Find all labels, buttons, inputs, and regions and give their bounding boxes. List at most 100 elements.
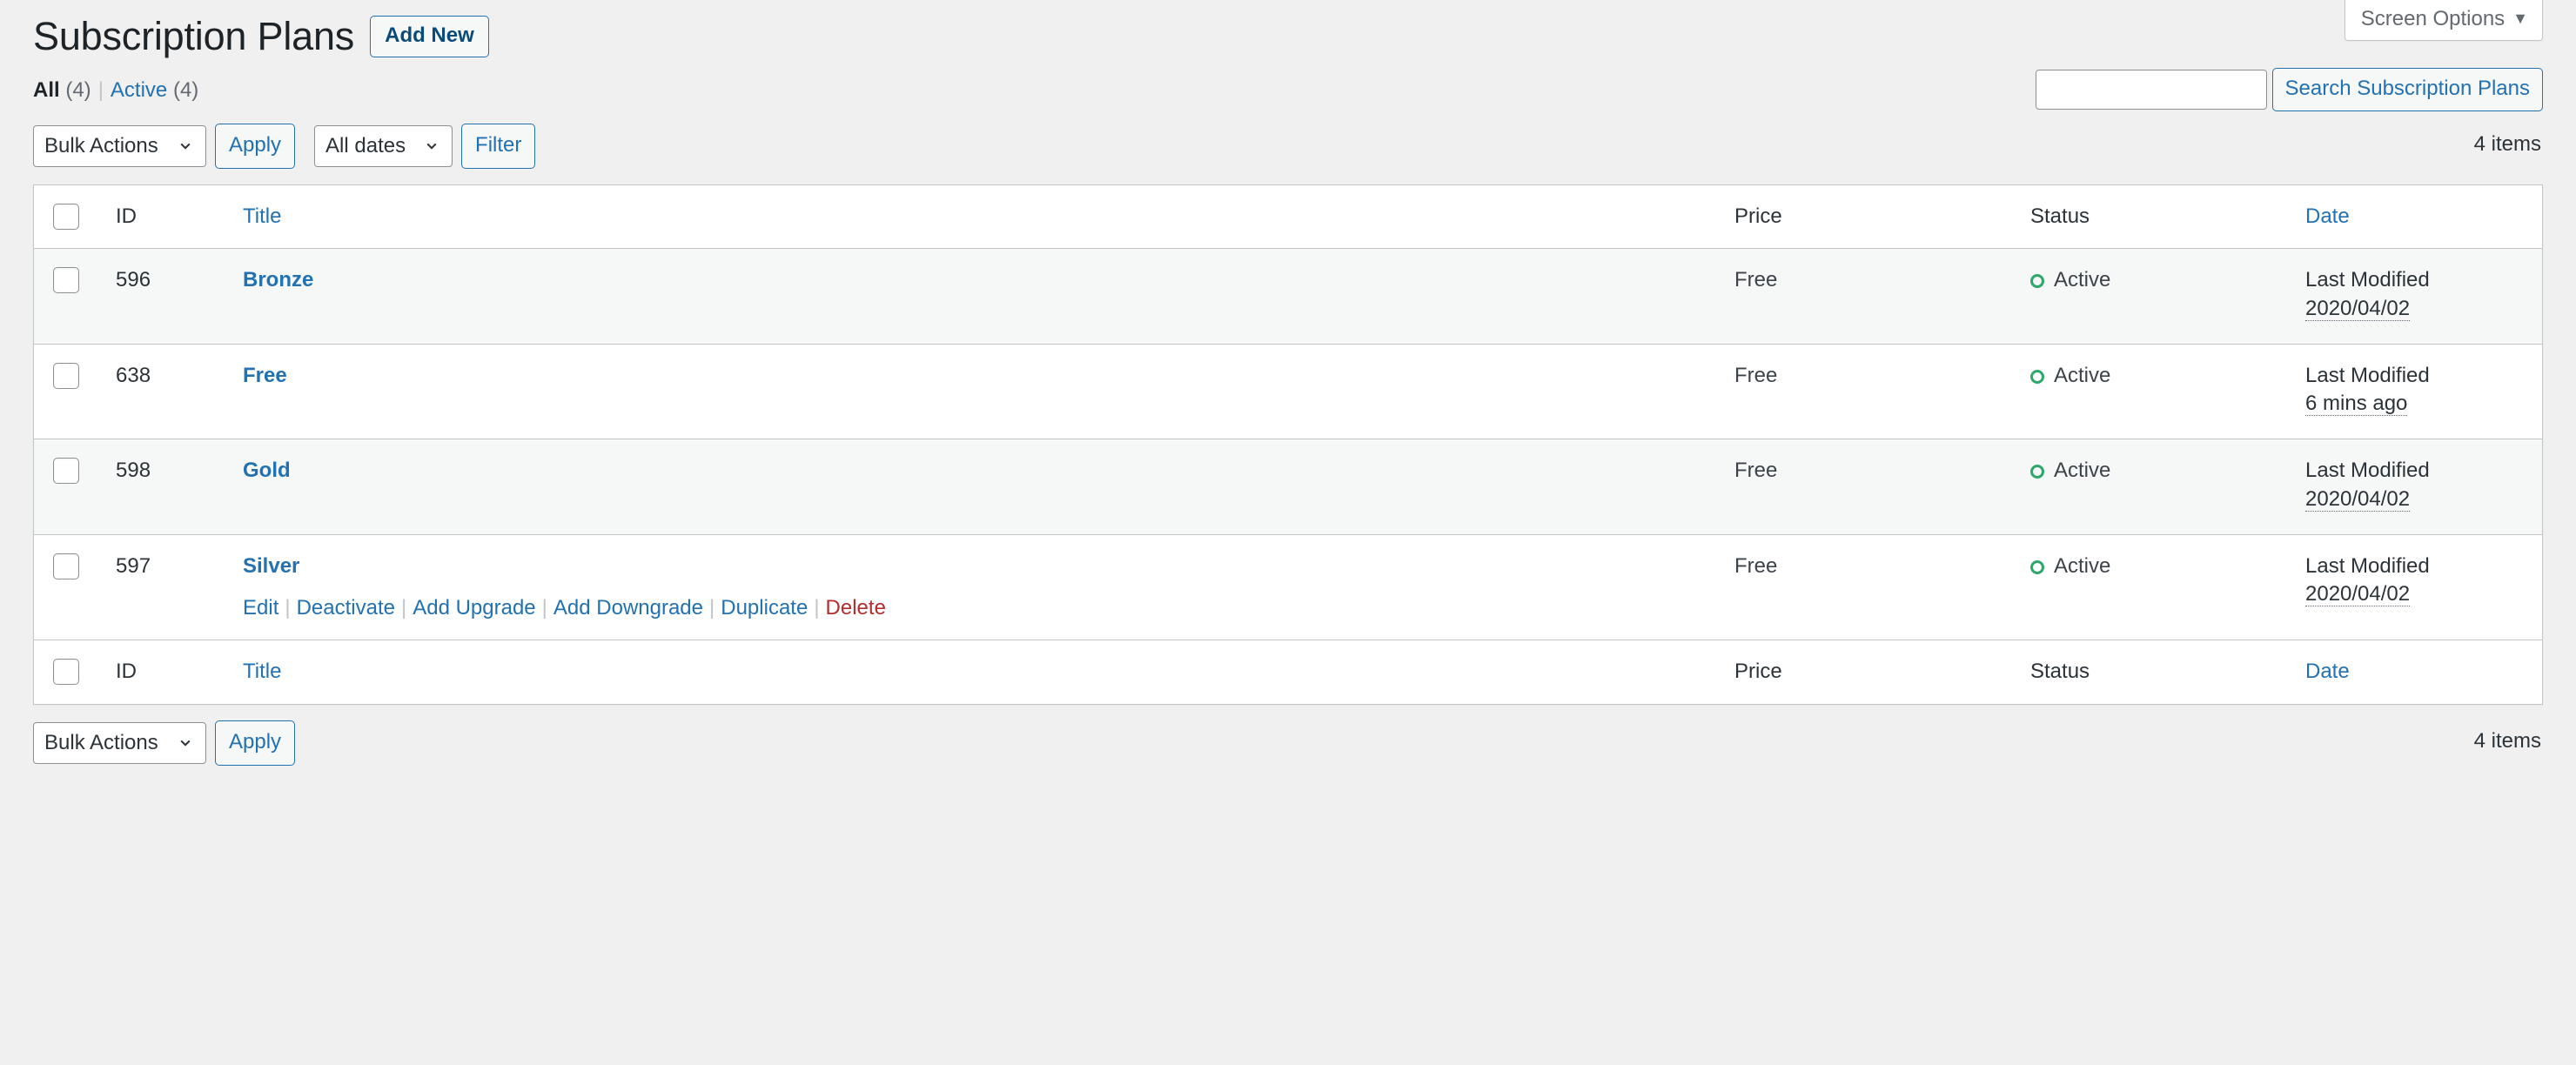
- row-action-deactivate-wrap: Deactivate: [297, 596, 395, 620]
- sort-link-title-top[interactable]: Title: [243, 204, 281, 228]
- date-filter-select[interactable]: All dates: [314, 125, 453, 167]
- sort-link-date-top[interactable]: Date: [2305, 204, 2350, 228]
- row-action-duplicate-wrap: Duplicate: [721, 596, 808, 620]
- cell-title: Silver Edit | Deactivate | Add Upgrade | Add D…: [234, 534, 1726, 640]
- row-actions-placeholder: [243, 486, 1717, 517]
- row-action-deactivate[interactable]: Deactivate: [297, 596, 395, 620]
- row-checkbox[interactable]: [53, 458, 79, 485]
- table-row: 598 Gold Free Active Last Modified 2020/…: [34, 439, 2542, 535]
- row-action-add-upgrade[interactable]: Add Upgrade: [413, 596, 535, 620]
- cell-date: Last Modified 2020/04/02: [2297, 439, 2542, 535]
- row-title-link[interactable]: Gold: [243, 459, 291, 482]
- table-body: 596 Bronze Free Active Last Modified 202…: [34, 249, 2542, 640]
- row-action-add-downgrade-wrap: Add Downgrade: [553, 596, 703, 620]
- row-title-link[interactable]: Free: [243, 364, 287, 387]
- row-action-separator: |: [709, 595, 715, 620]
- cell-date: Last Modified 2020/04/02: [2297, 534, 2542, 640]
- row-checkbox[interactable]: [53, 553, 79, 579]
- view-count-active: (4): [172, 78, 199, 102]
- row-title-link[interactable]: Bronze: [243, 268, 313, 291]
- views-and-search-row: All (4) | Active (4) Search Subscription P…: [33, 54, 2543, 122]
- cell-title: Gold: [234, 439, 1726, 535]
- cell-id: 596: [107, 249, 234, 345]
- cell-price: Free: [1726, 344, 2022, 440]
- bulk-actions-select-bottom[interactable]: Bulk Actions: [33, 721, 206, 764]
- apply-button-bottom[interactable]: Apply: [215, 720, 296, 766]
- date-label: Last Modified: [2305, 363, 2430, 387]
- sort-link-date-bottom[interactable]: Date: [2305, 660, 2350, 683]
- view-link-all[interactable]: All: [33, 78, 60, 102]
- displaying-num-bottom: 4 items: [2473, 728, 2541, 753]
- row-action-separator: |: [285, 595, 291, 620]
- add-new-button[interactable]: Add New: [370, 16, 489, 57]
- date-label: Last Modified: [2305, 268, 2430, 292]
- select-all-checkbox-bottom[interactable]: [53, 659, 79, 686]
- row-action-separator: |: [541, 595, 547, 620]
- cell-date: Last Modified 2020/04/02: [2297, 249, 2542, 345]
- view-link-active[interactable]: Active: [111, 78, 167, 102]
- date-value: 2020/04/02: [2305, 581, 2411, 606]
- date-label: Last Modified: [2305, 459, 2430, 483]
- tablenav-top-actions: Bulk Actions Apply All dates Filter: [33, 124, 554, 169]
- row-action-delete-wrap: Delete: [826, 596, 886, 620]
- screen-options-button[interactable]: Screen Options ▼: [2344, 0, 2543, 42]
- row-action-add-downgrade[interactable]: Add Downgrade: [553, 596, 703, 620]
- row-action-separator: |: [400, 595, 407, 620]
- table-head: ID Title Price Status Date: [34, 185, 2542, 250]
- row-select-cell: [34, 344, 107, 440]
- cell-status: Active: [2022, 534, 2297, 640]
- table-row: 596 Bronze Free Active Last Modified 202…: [34, 249, 2542, 345]
- row-actions-placeholder: [243, 390, 1717, 421]
- tablenav-bottom-actions: Bulk Actions Apply: [33, 720, 314, 766]
- row-title-link[interactable]: Silver: [243, 554, 299, 578]
- column-header-title: Title: [234, 185, 1726, 250]
- row-actions-placeholder: [243, 295, 1717, 326]
- row-actions: Edit | Deactivate | Add Upgrade | Add Downgrad…: [243, 594, 1717, 622]
- sort-link-title-bottom[interactable]: Title: [243, 660, 281, 683]
- column-header-price: Price: [1726, 185, 2022, 250]
- status-badge: Active: [2054, 459, 2111, 483]
- filter-button[interactable]: Filter: [461, 124, 536, 169]
- page-title: Subscription Plans: [33, 14, 355, 59]
- row-checkbox[interactable]: [53, 267, 79, 294]
- status-badge: Active: [2054, 363, 2111, 387]
- select-all-header: [34, 185, 107, 250]
- column-footer-date: Date: [2297, 640, 2542, 704]
- date-filter-select-wrap: All dates: [314, 125, 453, 167]
- date-label: Last Modified: [2305, 553, 2430, 578]
- row-checkbox[interactable]: [53, 362, 79, 389]
- select-all-checkbox-top[interactable]: [53, 204, 79, 230]
- row-action-separator: |: [814, 595, 820, 620]
- row-action-duplicate[interactable]: Duplicate: [721, 596, 808, 620]
- tablenav-bottom: Bulk Actions Apply 4 items: [33, 720, 2543, 781]
- bulk-actions-select-top[interactable]: Bulk Actions: [33, 125, 206, 167]
- status-badge: Active: [2054, 553, 2111, 578]
- cell-id: 598: [107, 439, 234, 535]
- status-active-icon: [2030, 274, 2044, 289]
- row-action-delete[interactable]: Delete: [826, 596, 886, 620]
- cell-id: 597: [107, 534, 234, 640]
- table-header-row: ID Title Price Status Date: [34, 185, 2542, 250]
- title-row: Subscription Plans Add New: [33, 0, 2543, 57]
- apply-button-top[interactable]: Apply: [215, 124, 296, 169]
- date-value: 2020/04/02: [2305, 486, 2411, 512]
- row-action-edit[interactable]: Edit: [243, 596, 278, 620]
- search-submit-button[interactable]: Search Subscription Plans: [2271, 68, 2543, 111]
- search-input[interactable]: [2035, 70, 2267, 110]
- cell-status: Active: [2022, 439, 2297, 535]
- cell-date: Last Modified 6 mins ago: [2297, 344, 2542, 440]
- row-action-edit-wrap: Edit: [243, 596, 278, 620]
- table-row: 597 Silver Edit | Deactivate | Add Upgrade | A…: [34, 534, 2542, 640]
- row-action-add-upgrade-wrap: Add Upgrade: [413, 596, 535, 620]
- column-header-id: ID: [107, 185, 234, 250]
- chevron-down-icon: ▼: [2512, 10, 2528, 27]
- select-all-footer: [34, 640, 107, 704]
- cell-title: Free: [234, 344, 1726, 440]
- cell-id: 638: [107, 344, 234, 440]
- column-header-status: Status: [2022, 185, 2297, 250]
- row-select-cell: [34, 249, 107, 345]
- views-list: All (4) | Active (4): [33, 77, 198, 104]
- screen-options-label: Screen Options: [2360, 7, 2506, 30]
- column-header-date: Date: [2297, 185, 2542, 250]
- search-box: Search Subscription Plans: [2035, 68, 2543, 111]
